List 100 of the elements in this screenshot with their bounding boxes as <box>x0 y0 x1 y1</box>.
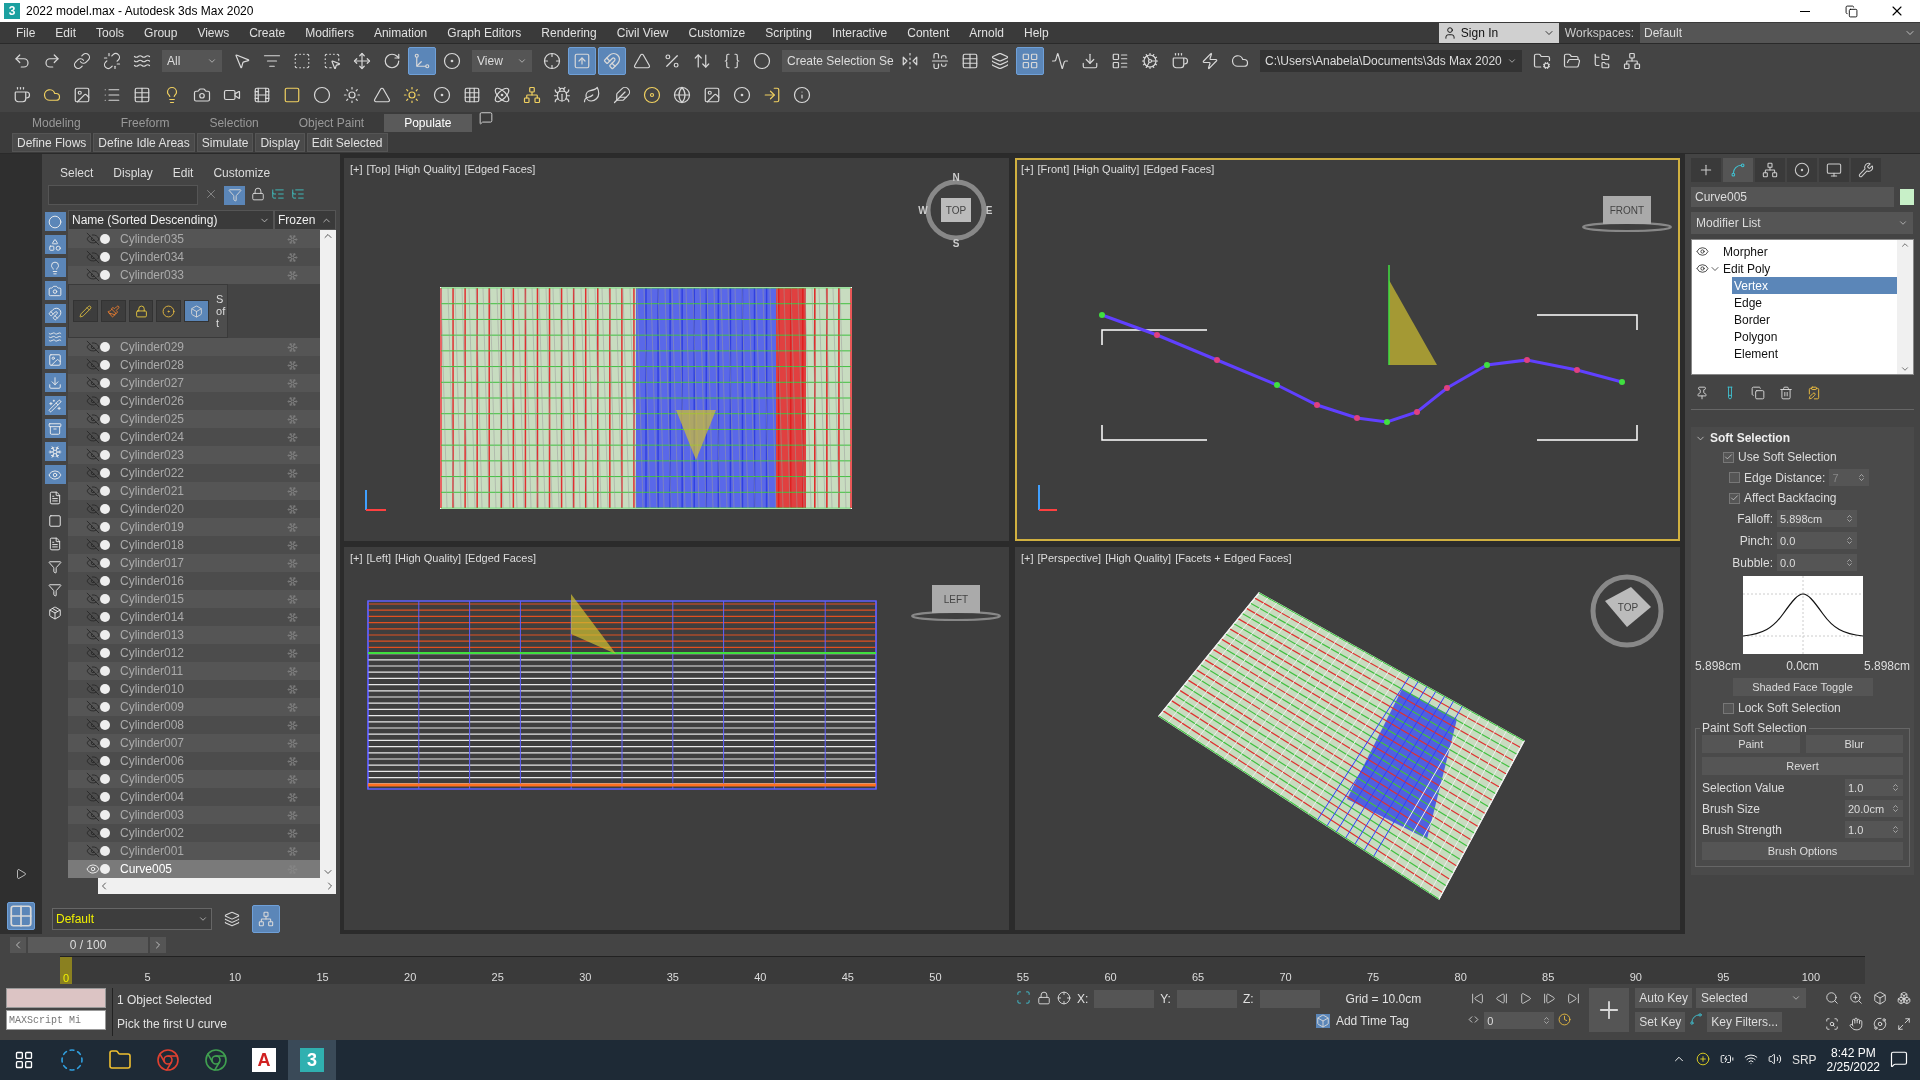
scene-row[interactable]: Cylinder026 <box>68 392 320 410</box>
viewport[interactable]: [+] [Front] [High Quality] [Edged Faces] FRONT <box>1015 158 1680 541</box>
current-frame-field[interactable]: 0 <box>1484 1012 1555 1029</box>
menu-item[interactable]: Content <box>897 25 960 40</box>
menu-item[interactable]: Civil View <box>606 25 679 40</box>
shaded-face-toggle-button[interactable]: Shaded Face Toggle <box>1732 678 1873 696</box>
sub-object-item[interactable]: Vertex <box>1732 277 1897 294</box>
scene-row[interactable]: Cylinder024 <box>68 428 320 446</box>
viewport-menu-label[interactable]: [Facets + Edged Faces] <box>1175 552 1292 564</box>
scene-row[interactable]: Cylinder019 <box>68 518 320 536</box>
spinner-field[interactable]: 1.0 <box>1845 821 1903 838</box>
sub-object-item[interactable]: Element <box>1732 345 1897 362</box>
menu-item[interactable]: Graph Editors <box>437 25 532 40</box>
explorer-menu-item[interactable]: Display <box>113 166 153 180</box>
scene-row[interactable]: Cylinder016 <box>68 572 320 590</box>
scene-row[interactable]: Cylinder021 <box>68 482 320 500</box>
set-key-mode-button[interactable]: Set Key <box>1635 1012 1686 1032</box>
modifier-list-dropdown[interactable]: Modifier List <box>1691 212 1913 234</box>
menu-item[interactable]: Interactive <box>821 25 898 40</box>
scene-row[interactable]: Cylinder020 <box>68 500 320 518</box>
taskbar-app-button[interactable]: A <box>240 1040 288 1080</box>
ribbon-button[interactable]: Edit Selected <box>306 133 388 152</box>
timeline-track[interactable]: 0 5 10 15 20 25 30 35 40 45 50 55 60 65 70 75 80 85 90 95 100 <box>60 956 1865 984</box>
scene-row[interactable]: Cylinder017 <box>68 554 320 572</box>
language-indicator[interactable]: SRP <box>1791 1053 1817 1067</box>
scene-row[interactable]: Cylinder011 <box>68 662 320 680</box>
ribbon-button[interactable]: Display <box>255 133 305 152</box>
paint-button[interactable]: Blur <box>1805 735 1903 753</box>
scene-row[interactable]: Cylinder025 <box>68 410 320 428</box>
ribbon-button[interactable]: Define Idle Areas <box>93 133 195 152</box>
scene-row[interactable]: Cylinder023 <box>68 446 320 464</box>
scene-row[interactable]: Cylinder007 <box>68 734 320 752</box>
scene-row[interactable]: Cylinder018 <box>68 536 320 554</box>
explorer-menu-item[interactable]: Select <box>60 166 94 180</box>
add-time-tag-text[interactable]: Add Time Tag <box>1335 1014 1410 1028</box>
scene-row[interactable]: Cylinder012 <box>68 644 320 662</box>
spinner-field[interactable]: 0.0 <box>1777 532 1857 549</box>
explorer-menu-item[interactable]: Customize <box>213 166 271 180</box>
viewport-menu-label[interactable]: [High Quality] <box>395 552 462 564</box>
viewport-menu-label[interactable]: [+] <box>350 552 363 564</box>
viewport-menu-label[interactable]: [Edged Faces] <box>465 552 536 564</box>
ribbon-button[interactable]: Simulate <box>196 133 254 152</box>
scene-row[interactable]: Cylinder029 <box>68 338 320 356</box>
time-slider-thumb[interactable]: 0 <box>60 957 72 984</box>
sub-object-item[interactable]: Edge <box>1732 294 1897 311</box>
scene-row[interactable]: Cylinder028 <box>68 356 320 374</box>
menu-item[interactable]: File <box>6 25 46 40</box>
viewport-menu-label[interactable]: [Front] <box>1037 163 1070 175</box>
ribbon-tab[interactable]: Object Paint <box>278 114 385 132</box>
menu-item[interactable]: Modifiers <box>295 25 364 40</box>
spinner-field[interactable]: 0.0 <box>1777 554 1857 571</box>
modifier-item[interactable]: Edit Poly <box>1721 260 1897 277</box>
viewport-menu-label[interactable]: [+] <box>1021 552 1034 564</box>
ribbon-tab[interactable]: Modeling <box>12 114 101 132</box>
menu-item[interactable]: Views <box>187 25 240 40</box>
scene-row[interactable]: Cylinder001 <box>68 842 320 860</box>
scene-row[interactable]: Cylinder022 <box>68 464 320 482</box>
viewport[interactable]: [+] [Top] [High Quality] [Edged Faces] N W TOP E S <box>344 158 1009 541</box>
viewport-menu-label[interactable]: [+] <box>1021 163 1034 175</box>
menu-item[interactable]: Customize <box>678 25 756 40</box>
project-path-dropdown[interactable]: C:\Users\Anabela\Documents\3ds Max 2020 <box>1260 50 1522 72</box>
menu-item[interactable]: Rendering <box>531 25 607 40</box>
viewport-menu-label[interactable]: [Perspective] <box>1037 552 1102 564</box>
clock-date[interactable]: 2/25/2022 <box>1826 1060 1880 1074</box>
scene-row[interactable]: Cylinder005 <box>68 770 320 788</box>
scene-row[interactable]: Cylinder002 <box>68 824 320 842</box>
viewport-menu-label[interactable]: [High Quality] <box>1105 552 1172 564</box>
scene-row[interactable]: Cylinder013 <box>68 626 320 644</box>
column-header[interactable]: Frozen <box>274 210 336 230</box>
scene-row[interactable]: Cylinder008 <box>68 716 320 734</box>
brush-options-button[interactable]: Brush Options <box>1702 842 1903 860</box>
auto-key-button[interactable]: Auto Key <box>1635 988 1692 1008</box>
clock-time[interactable]: 8:42 PM <box>1830 1046 1876 1060</box>
column-header[interactable]: Name (Sorted Descending) <box>68 210 274 230</box>
spinner-field[interactable]: 1.0 <box>1845 779 1903 796</box>
menu-item[interactable]: Tools <box>86 25 135 40</box>
viewport-menu-label[interactable]: [Edged Faces] <box>1143 163 1215 175</box>
spinner-field[interactable]: 20.0cm <box>1845 800 1903 817</box>
menu-item[interactable]: Arnold <box>959 25 1014 40</box>
sub-object-item[interactable]: Polygon <box>1732 328 1897 345</box>
viewport-menu-label[interactable]: [Edged Faces] <box>464 163 536 175</box>
ribbon-tab[interactable]: Freeform <box>100 114 190 132</box>
layer-dropdown[interactable]: Default <box>52 908 212 930</box>
explorer-menu-item[interactable]: Edit <box>172 166 194 180</box>
viewport-menu-label[interactable]: [+] <box>350 163 363 175</box>
workspace-dropdown[interactable]: Default <box>1640 22 1920 43</box>
scene-row[interactable]: Cylinder009 <box>68 698 320 716</box>
toolbar-dropdown[interactable]: View <box>472 50 532 72</box>
menu-item[interactable]: Create <box>239 25 296 40</box>
modifier-item[interactable]: Morpher <box>1721 243 1897 260</box>
scene-row[interactable]: Cylinder003 <box>68 806 320 824</box>
key-mode-dropdown[interactable]: Selected <box>1696 988 1806 1008</box>
object-name-field[interactable]: Curve005 <box>1691 187 1894 207</box>
ribbon-button[interactable]: Define Flows <box>12 133 92 152</box>
scene-row[interactable]: Cylinder006 <box>68 752 320 770</box>
scene-row[interactable]: Curve005 <box>68 860 320 878</box>
revert-button[interactable]: Revert <box>1702 757 1903 775</box>
menu-item[interactable]: Edit <box>45 25 87 40</box>
scene-row[interactable]: Cylinder033 <box>68 266 320 284</box>
viewcube-label[interactable]: TOP <box>1617 602 1639 613</box>
